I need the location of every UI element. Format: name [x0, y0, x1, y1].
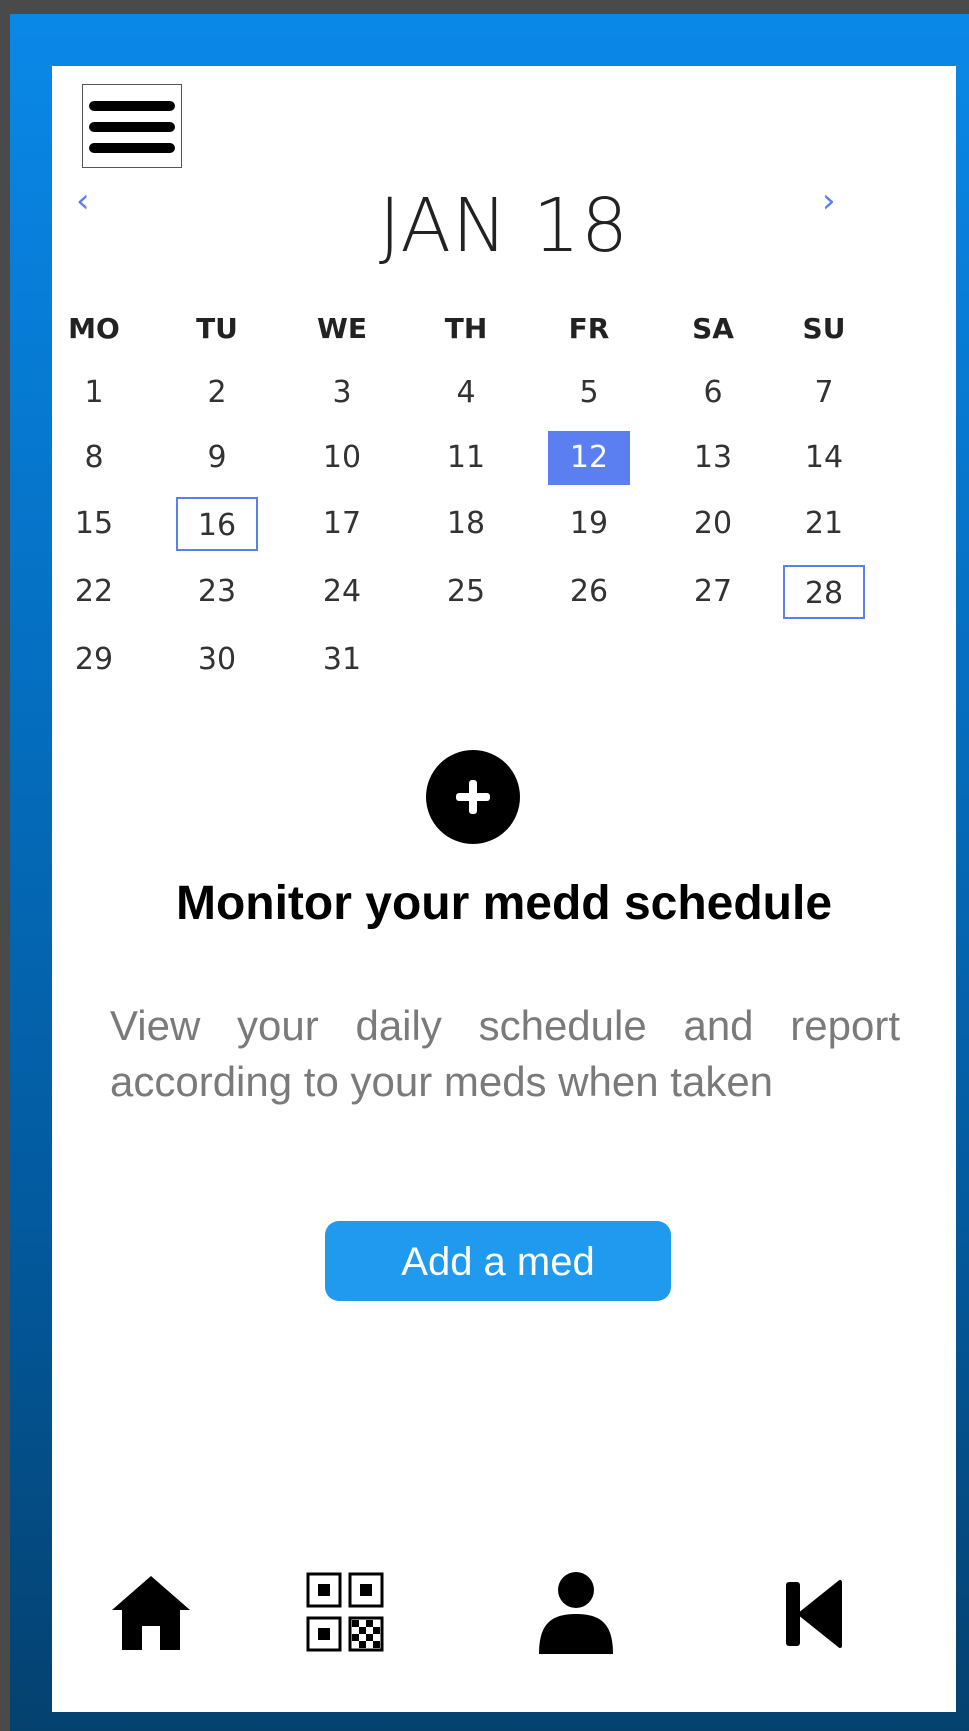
home-icon [112, 1576, 190, 1650]
calendar-day[interactable]: 9 [176, 431, 258, 485]
hamburger-menu-button[interactable] [82, 84, 182, 168]
weekday-label: TU [196, 312, 238, 345]
calendar-day[interactable]: 7 [783, 366, 865, 420]
app-screen: ‹ › JAN 18 MO TU WE TH FR SA SU 1 2 3 4 5 6 7 8 9 10 11 1… [52, 66, 956, 1712]
calendar-day[interactable]: 8 [53, 431, 135, 485]
menu-icon-bar [89, 101, 175, 111]
calendar-day[interactable]: 4 [425, 366, 507, 420]
weekday-label: TH [444, 312, 488, 345]
calendar-day[interactable]: 28 [783, 565, 865, 619]
calendar-day[interactable]: 31 [301, 633, 383, 687]
skip-back-icon [786, 1580, 842, 1648]
calendar-day[interactable]: 21 [783, 497, 865, 551]
calendar-day[interactable]: 27 [672, 565, 754, 619]
calendar-day[interactable]: 11 [425, 431, 507, 485]
qr-code-icon [306, 1572, 384, 1652]
calendar-day[interactable]: 13 [672, 431, 754, 485]
calendar-day[interactable]: 24 [301, 565, 383, 619]
page-description: View your daily schedule and report acco… [110, 1002, 900, 1105]
calendar-day[interactable]: 1 [53, 366, 135, 420]
weekday-label: MO [68, 312, 120, 345]
calendar-day[interactable]: 3 [301, 366, 383, 420]
calendar-day[interactable]: 18 [425, 497, 507, 551]
calendar-day[interactable]: 20 [672, 497, 754, 551]
calendar-day[interactable]: 5 [548, 366, 630, 420]
nav-home-button[interactable] [106, 1568, 196, 1658]
calendar-day[interactable]: 12 [548, 431, 630, 485]
weekday-label: SA [692, 312, 734, 345]
calendar-day[interactable]: 14 [783, 431, 865, 485]
calendar-day[interactable]: 29 [53, 633, 135, 687]
plus-icon [469, 780, 477, 814]
nav-profile-button[interactable] [531, 1568, 621, 1658]
calendar-day[interactable]: 19 [548, 497, 630, 551]
calendar-day[interactable]: 30 [176, 633, 258, 687]
calendar-day[interactable]: 17 [301, 497, 383, 551]
calendar-day[interactable]: 2 [176, 366, 258, 420]
calendar-day[interactable]: 25 [425, 565, 507, 619]
user-icon [539, 1572, 613, 1654]
month-title: JAN 18 [378, 183, 630, 269]
calendar-day[interactable]: 6 [672, 366, 754, 420]
calendar-day[interactable]: 22 [53, 565, 135, 619]
calendar-day[interactable]: 15 [53, 497, 135, 551]
menu-icon-bar [89, 143, 175, 153]
device-frame: ‹ › JAN 18 MO TU WE TH FR SA SU 1 2 3 4 5 6 7 8 9 10 11 1… [10, 14, 969, 1731]
weekday-label: SU [802, 312, 846, 345]
add-plus-button[interactable] [426, 750, 520, 844]
calendar-day[interactable]: 16 [176, 497, 258, 551]
add-med-button[interactable]: Add a med [325, 1221, 671, 1301]
nav-qr-button[interactable] [300, 1568, 390, 1658]
calendar-day[interactable]: 10 [301, 431, 383, 485]
menu-icon-bar [89, 122, 175, 132]
nav-back-button[interactable] [768, 1568, 858, 1658]
page-headline: Monitor your medd schedule [175, 877, 833, 930]
calendar-day[interactable]: 23 [176, 565, 258, 619]
calendar-day[interactable]: 26 [548, 565, 630, 619]
weekday-label: WE [316, 312, 367, 345]
weekday-label: FR [568, 312, 610, 345]
